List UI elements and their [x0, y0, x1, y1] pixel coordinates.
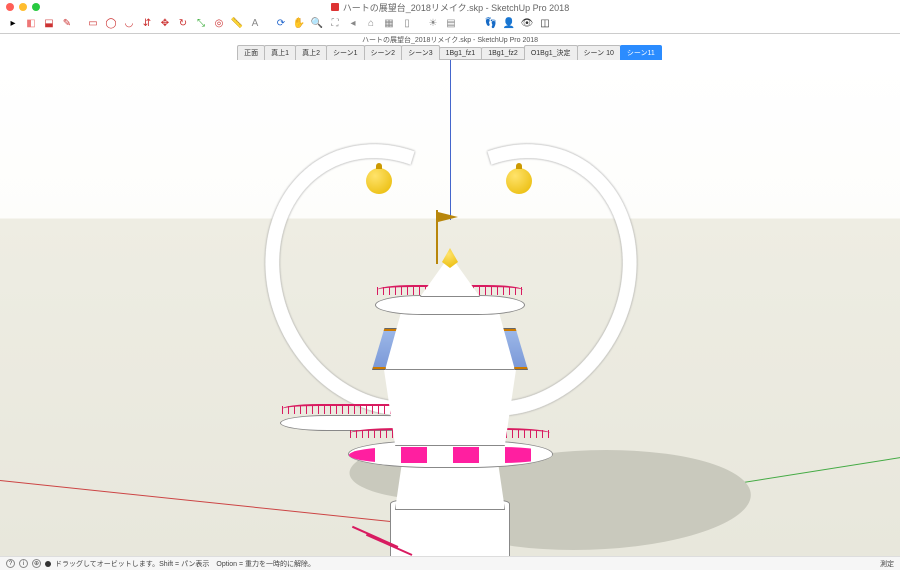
scene-tab-10[interactable]: シーン11 [620, 45, 662, 61]
iso-view-icon[interactable]: ⌂ [364, 17, 378, 31]
scene-tab-8[interactable]: O1Bg1_決定 [524, 45, 578, 61]
window-title: ハートの展望台_2018リメイク.skp - SketchUp Pro 2018 [343, 1, 569, 14]
circle-tool-icon[interactable]: ◯ [104, 17, 118, 31]
help-icon[interactable]: ? [6, 559, 15, 568]
gold-ornament-left [366, 168, 392, 194]
rectangle-tool-icon[interactable]: ▭ [86, 17, 100, 31]
scene-tabs: 正面真上1真上2シーン1シーン2シーン31Bg1_fz11Bg1_fz2O1Bg… [0, 46, 900, 60]
document-subtitle: ハートの展望台_2018リメイク.skp - SketchUp Pro 2018 [0, 35, 900, 45]
scene-tab-5[interactable]: シーン3 [401, 45, 440, 61]
deck-stripe [349, 447, 552, 463]
scene-tab-1[interactable]: 真上1 [264, 45, 296, 61]
status-hint: ドラッグしてオービットします。Shift = パン表示 Option = 重力を… [55, 559, 315, 569]
shadows-toggle-icon[interactable]: ☀ [426, 17, 440, 31]
scene-tab-4[interactable]: シーン2 [364, 45, 403, 61]
observation-lower [378, 368, 522, 446]
rotate-tool-icon[interactable]: ↻ [176, 17, 190, 31]
model-viewport[interactable] [0, 60, 900, 556]
status-dot-icon [45, 561, 51, 567]
push-pull-tool-icon[interactable]: ⇵ [140, 17, 154, 31]
main-toolbar: ▸ ◧ ⬓ ✎ ▭ ◯ ◡ ⇵ ✥ ↻ ⤡ ◎ 📏 A ⟳ ✋ 🔍 ⛶ ◂ ⌂ … [0, 14, 900, 34]
scene-tab-0[interactable]: 正面 [237, 45, 265, 61]
title-bar: ハートの展望台_2018リメイク.skp - SketchUp Pro 2018 [0, 0, 900, 14]
position-camera-tool-icon[interactable]: 👤 [502, 17, 516, 31]
paint-bucket-tool-icon[interactable]: ⬓ [42, 17, 56, 31]
status-bar: ? i ⊕ ドラッグしてオービットします。Shift = パン表示 Option… [0, 556, 900, 570]
front-view-icon[interactable]: ▯ [400, 17, 414, 31]
app-icon [331, 3, 339, 11]
arc-tool-icon[interactable]: ◡ [122, 17, 136, 31]
look-around-tool-icon[interactable]: 👁 [520, 17, 534, 31]
scene-tab-7[interactable]: 1Bg1_fz2 [481, 47, 525, 60]
walk-tool-icon[interactable]: 👣 [484, 17, 498, 31]
offset-tool-icon[interactable]: ◎ [212, 17, 226, 31]
scale-tool-icon[interactable]: ⤡ [194, 17, 208, 31]
measurements-label: 測定 [880, 559, 894, 569]
previous-view-icon[interactable]: ◂ [346, 17, 360, 31]
geo-icon[interactable]: ⊕ [32, 559, 41, 568]
zoom-extents-tool-icon[interactable]: ⛶ [328, 17, 342, 31]
pan-tool-icon[interactable]: ✋ [292, 17, 306, 31]
eraser-tool-icon[interactable]: ◧ [24, 17, 38, 31]
styles-icon[interactable]: ▤ [444, 17, 458, 31]
scene-tab-3[interactable]: シーン1 [326, 45, 365, 61]
flag-pole [436, 210, 438, 264]
line-tool-icon[interactable]: ✎ [60, 17, 74, 31]
zoom-tool-icon[interactable]: 🔍 [310, 17, 324, 31]
section-tool-icon[interactable]: ◫ [538, 17, 552, 31]
text-tool-icon[interactable]: A [248, 17, 262, 31]
move-tool-icon[interactable]: ✥ [158, 17, 172, 31]
gold-ornament-right [506, 168, 532, 194]
info-icon[interactable]: i [19, 559, 28, 568]
top-view-icon[interactable]: ▦ [382, 17, 396, 31]
select-tool-icon[interactable]: ▸ [6, 17, 20, 31]
tape-measure-tool-icon[interactable]: 📏 [230, 17, 244, 31]
scene-tab-6[interactable]: 1Bg1_fz1 [439, 47, 483, 60]
top-deck [375, 295, 525, 315]
orbit-tool-icon[interactable]: ⟳ [274, 17, 288, 31]
scene-tab-2[interactable]: 真上2 [295, 45, 327, 61]
scene-tab-9[interactable]: シーン 10 [577, 45, 621, 61]
